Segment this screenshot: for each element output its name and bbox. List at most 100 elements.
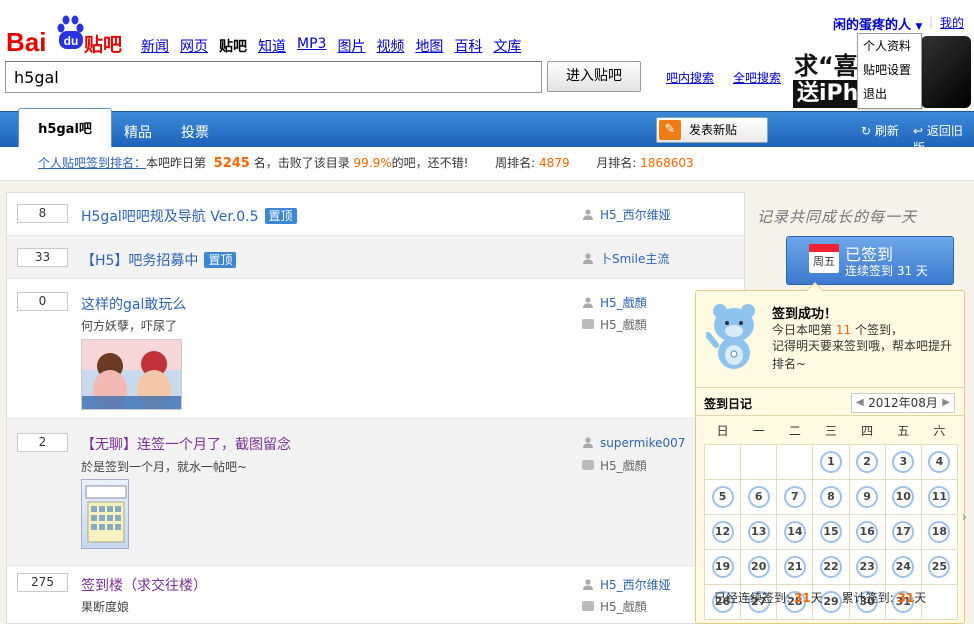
thread-title-link[interactable]: H5gal吧吧规及导航 Ver.0.5 置顶 [81,206,297,226]
calendar-empty-cell [920,583,959,620]
thread-author[interactable]: H5_西尔维娅 [582,576,671,593]
search-in-bar-link[interactable]: 吧内搜索 [666,69,714,86]
tab-home[interactable]: h5gal吧 [18,108,112,148]
month-label: 月排名: [596,156,637,170]
tab-vote[interactable]: 投票 [181,122,209,142]
sign-streak: 连续签到 31 天 [845,264,928,278]
thread-abstract: 於是签到一个月，就水一帖吧~ [81,460,248,474]
search-input[interactable] [5,61,542,93]
thread-title-link[interactable]: 签到楼（求交往楼） [81,575,207,595]
today-prefix: 今日本吧第 [772,323,833,337]
calendar-day: 25 [920,548,959,585]
thread-title: 【无聊】连签一个月了，截图留念 [81,437,291,453]
reply-count: 2 [17,433,68,452]
signed-day-marker: 6 [747,485,770,508]
rank-label-link[interactable]: 个人贴吧签到排名： [38,156,146,170]
back-icon: ↩ [913,124,924,138]
my-link[interactable]: 我的 [940,14,964,31]
new-post-label: 发表新贴 [689,123,738,137]
user-name: 闲的蛋疼的人 [833,18,912,33]
next-month-icon[interactable]: ▶ [942,394,950,412]
last-replier-name: H5_戲顏 [600,600,647,614]
sign-success-popup: 签到成功！ 今日本吧第 11 个签到， 记得明天要来签到哦，帮本吧提升排名~ 签… [695,282,965,624]
thread-author[interactable]: 卜Smile主流 [582,250,669,267]
chevron-right-icon[interactable]: › [962,510,967,524]
enter-bar-button[interactable]: 进入贴吧 [547,61,641,92]
menu-settings[interactable]: 贴吧设置 [858,58,921,82]
nav-baike[interactable]: 百科 [454,36,482,56]
nav-video[interactable]: 视频 [376,36,404,56]
last-replier[interactable]: H5_戲顏 [582,316,647,333]
streak-count: 31 [793,591,811,605]
user-dropdown-menu: 个人资料 贴吧设置 退出 [857,33,922,109]
thread-row: 275 签到楼（求交往楼） 果断度娘 H5_西尔维娅 H5_戲顏 [7,566,744,625]
author-name: H5_戲顏 [600,296,647,310]
baidu-logo[interactable]: du Bai 贴吧 [6,14,126,56]
calendar-icon: 周五 [809,244,839,273]
nav-news[interactable]: 新闻 [141,36,169,56]
thread-image-thumbnail[interactable] [81,339,182,410]
calendar-empty-cell [740,443,778,480]
rank-prefix: 本吧昨日第 [146,156,207,170]
thread-title-link[interactable]: 【无聊】连签一个月了，截图留念 [81,434,291,454]
tab-featured[interactable]: 精品 [124,122,152,142]
last-replier[interactable]: H5_戲顏 [582,457,647,474]
calendar-day: 6 [740,478,778,515]
thread-image-thumbnail[interactable] [81,479,129,549]
calendar-day: 13 [740,513,778,550]
nav-wenku[interactable]: 文库 [493,36,521,56]
last-replier-name: H5_戲顏 [600,318,647,332]
search-all-link[interactable]: 全吧搜索 [733,69,781,86]
calendar-day: 2 [848,443,886,480]
calendar-day: 15 [812,513,850,550]
nav-mp3[interactable]: MP3 [297,36,326,56]
user-icon [582,296,594,308]
calendar-day: 17 [884,513,922,550]
new-post-button[interactable]: ✎ 发表新贴 [656,117,768,143]
comment-icon [582,319,594,329]
refresh-icon: ↻ [861,124,872,138]
signed-day-marker: 25 [928,555,951,578]
signed-in-button[interactable]: 周五 已签到 连续签到 31 天 [786,236,954,285]
calendar-day: 21 [776,548,814,585]
last-replier[interactable]: H5_戲顏 [582,598,647,615]
nav-web[interactable]: 网页 [180,36,208,56]
signed-day-marker: 3 [892,450,915,473]
user-name-link[interactable]: 闲的蛋疼的人 ▼ [833,14,922,33]
author-name: H5_西尔维娅 [600,208,671,222]
calendar-day: 8 [812,478,850,515]
menu-profile[interactable]: 个人资料 [858,34,921,58]
nav-tieba[interactable]: 贴吧 [219,36,247,56]
thread-author[interactable]: H5_西尔维娅 [582,206,671,223]
calendar-day: 18 [920,513,959,550]
menu-logout[interactable]: 退出 [858,82,921,106]
thread-row: 8 H5gal吧吧规及导航 Ver.0.5 置顶 H5_西尔维娅 [7,193,744,236]
nav-map[interactable]: 地图 [415,36,443,56]
thread-title-link[interactable]: 这样的gal敢玩么 [81,294,186,314]
thread-title-link[interactable]: 【H5】吧务招募中 置顶 [81,250,237,270]
signed-day-marker: 10 [892,485,915,508]
month-label: 2012年08月 [868,396,938,410]
day-unit: 天 [914,591,927,605]
prev-month-icon[interactable]: ◀ [856,394,864,412]
thread-author[interactable]: H5_戲顏 [582,294,647,311]
sign-weekday: 周五 [813,255,835,268]
calendar-day: 12 [703,513,742,550]
sign-success-title: 签到成功！ [772,307,838,322]
calendar-day: 22 [812,548,850,585]
thread-title: 签到楼（求交往楼） [81,578,207,594]
refresh-link[interactable]: ↻ 刷新 [861,122,899,139]
nav-image[interactable]: 图片 [337,36,365,56]
svg-text:du: du [64,34,79,48]
weekday-header: 一 [752,424,765,439]
signed-day-marker: 18 [928,520,951,543]
comment-icon [582,601,594,611]
signed-day-marker: 7 [783,485,806,508]
signed-day-marker: 16 [856,520,879,543]
nav-zhidao[interactable]: 知道 [258,36,286,56]
weekday-header: 四 [861,424,874,439]
chevron-down-icon: ▼ [915,22,923,32]
thread-title: 这样的gal敢玩么 [81,297,187,313]
paw-icon [57,15,84,33]
thread-author[interactable]: supermike007 [582,436,685,450]
